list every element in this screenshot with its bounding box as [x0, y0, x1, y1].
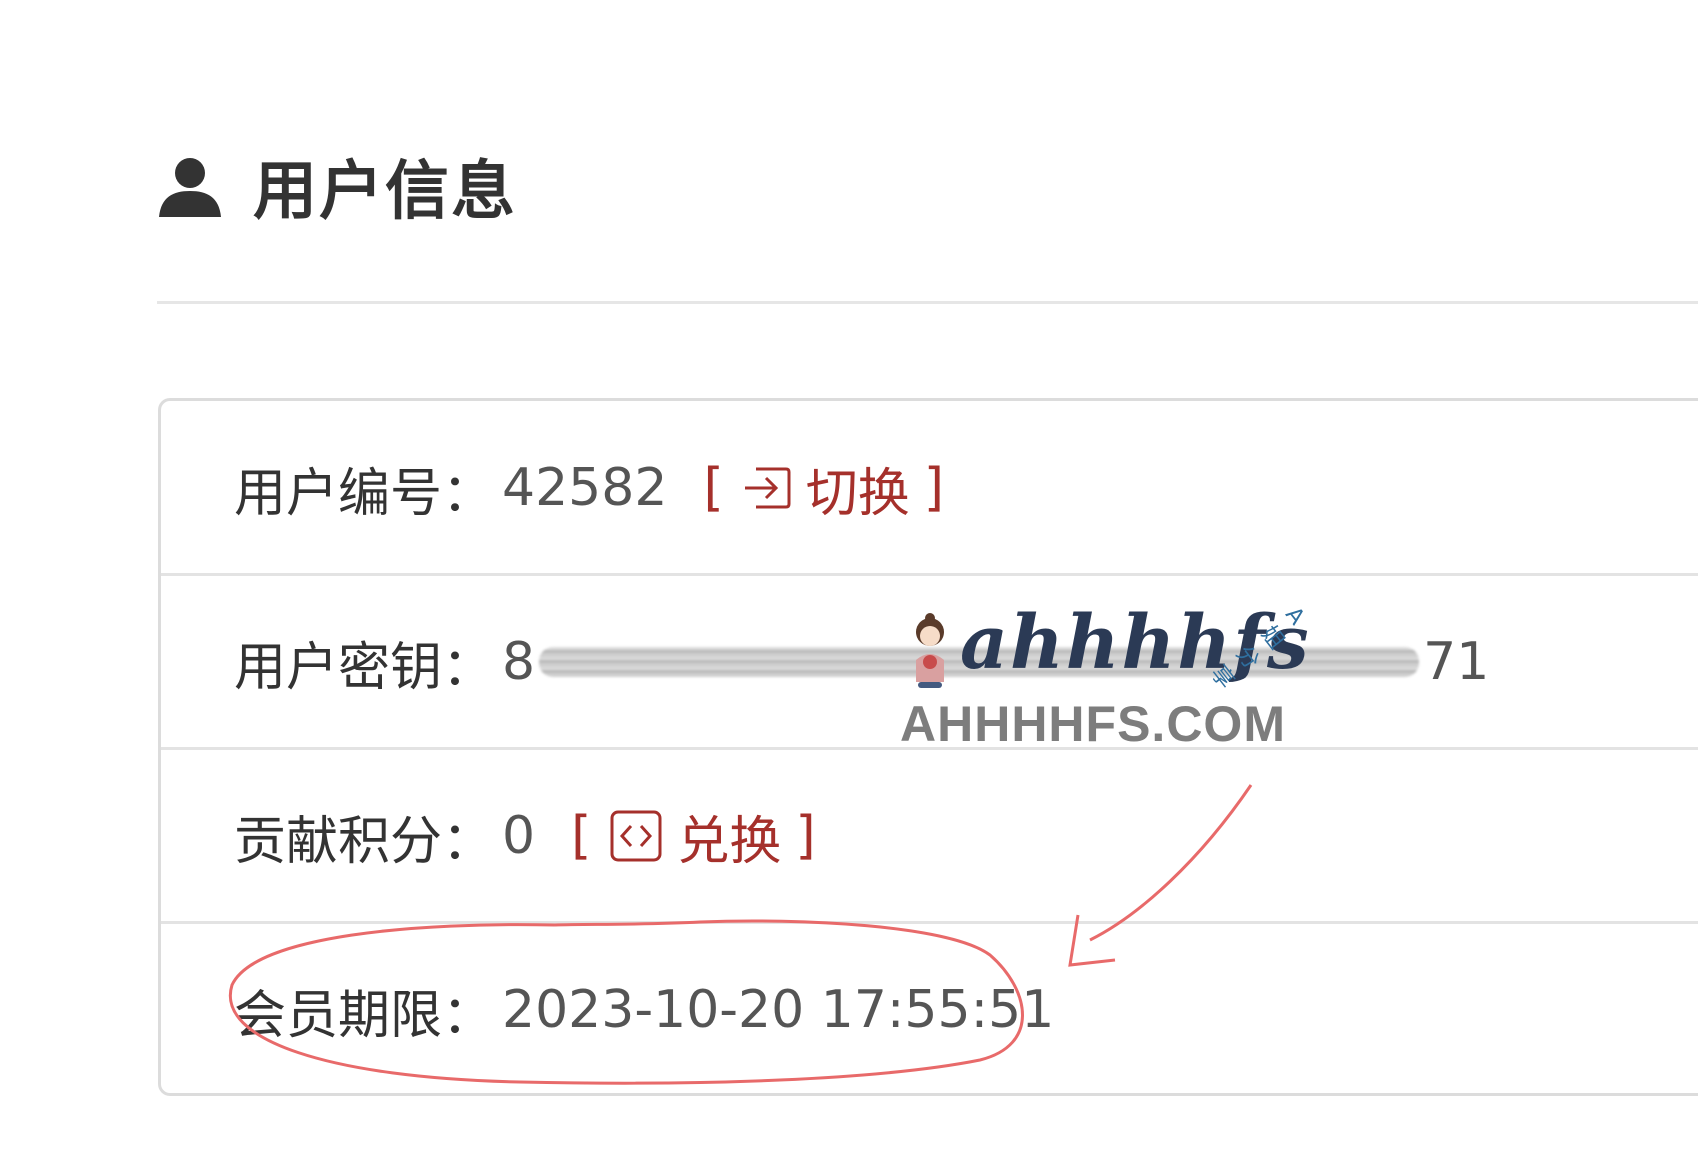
masked-key: [539, 647, 1420, 677]
user-key-value-start: 8: [502, 632, 536, 692]
bracket-open: [: [703, 458, 724, 518]
bracket-open: [: [571, 806, 592, 866]
points-value: 0: [502, 806, 536, 866]
user-key-value-end: 71: [1423, 632, 1490, 692]
user-id-label: 用户编号：: [234, 463, 495, 524]
page: 用户信息 用户编号： 42582 [ 切换 ] 用户密钥： 8 71 贡献积分：…: [0, 0, 1698, 1168]
user-key-row: 用户密钥： 8 71: [161, 575, 1698, 749]
page-title: 用户信息: [253, 155, 517, 229]
user-id-row: 用户编号： 42582 [ 切换 ]: [161, 401, 1698, 575]
membership-row: 会员期限： 2023-10-20 17:55:51: [161, 923, 1698, 1097]
points-label: 贡献积分：: [234, 811, 495, 872]
bracket-close: ]: [795, 806, 816, 866]
switch-label: 切换: [805, 463, 910, 524]
user-id-value: 42582: [502, 458, 668, 518]
membership-expiry-value: 2023-10-20 17:55:51: [502, 980, 1055, 1040]
redeem-button[interactable]: [ 兑换 ]: [571, 799, 816, 874]
section-header: 用户信息: [157, 140, 517, 232]
user-icon: [159, 158, 221, 217]
switch-user-button[interactable]: [ 切换 ]: [703, 451, 944, 526]
switch-icon: [744, 467, 791, 509]
bracket-close: ]: [923, 458, 945, 518]
redeem-label: 兑换: [677, 811, 782, 872]
code-icon: [610, 810, 662, 862]
user-key-label: 用户密钥：: [234, 637, 495, 698]
points-row: 贡献积分： 0 [ 兑换 ]: [161, 749, 1698, 923]
user-info-panel: 用户编号： 42582 [ 切换 ] 用户密钥： 8 71 贡献积分： 0 […: [158, 398, 1698, 1096]
header-divider: [157, 301, 1698, 304]
membership-label: 会员期限：: [234, 985, 495, 1046]
